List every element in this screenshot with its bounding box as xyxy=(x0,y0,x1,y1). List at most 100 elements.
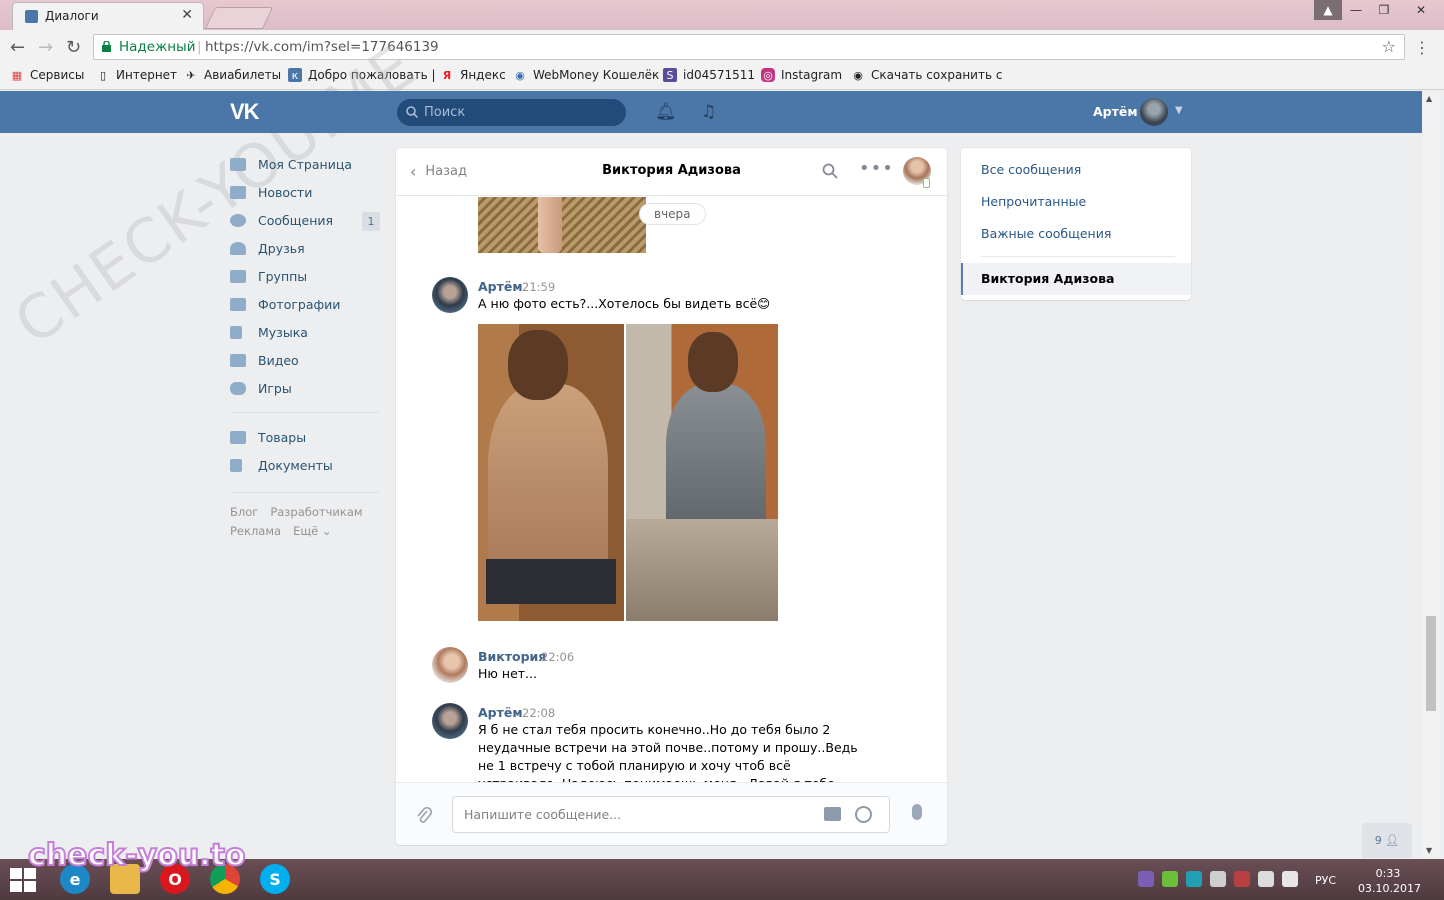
bookmark-instagram[interactable]: ◎ Instagram xyxy=(761,68,842,82)
chat-counter-button[interactable]: 9 👤︎ xyxy=(1362,823,1412,858)
watermark: check-you.to xyxy=(27,837,247,874)
menu-item-games[interactable]: Игры xyxy=(230,374,380,402)
avatar[interactable] xyxy=(432,277,468,313)
url-separator: | xyxy=(197,39,202,55)
message-placeholder: Напишите сообщение... xyxy=(464,807,622,822)
camera-icon[interactable] xyxy=(824,807,841,821)
language-indicator[interactable]: РУС xyxy=(1315,874,1336,887)
yandex-icon: Я xyxy=(442,68,452,82)
scroll-thumb[interactable] xyxy=(1426,616,1436,711)
system-clock[interactable]: 0:33 03.10.2017 xyxy=(1358,866,1421,896)
footer-link-more[interactable]: Ещё ⌄ xyxy=(293,524,331,538)
bookmark-avia[interactable]: ✈ Авиабилеты xyxy=(184,68,281,82)
menu-item-goods[interactable]: Товары xyxy=(230,423,380,451)
instagram-icon: ◎ xyxy=(761,68,775,82)
tray-app-icon[interactable] xyxy=(1210,871,1226,887)
scroll-up-icon[interactable]: ▲ xyxy=(1426,94,1432,103)
footer-link-ads[interactable]: Реклама xyxy=(230,524,281,538)
browser-menu-icon[interactable]: ⋮ xyxy=(1414,38,1430,57)
menu-item-groups[interactable]: Группы xyxy=(230,262,380,290)
volume-icon[interactable] xyxy=(1282,871,1298,887)
filter-unread[interactable]: Непрочитанные xyxy=(981,194,1086,209)
menu-item-photos[interactable]: Фотографии xyxy=(230,290,380,318)
tray-app-icon[interactable] xyxy=(1186,871,1202,887)
message-author[interactable]: Артём xyxy=(478,279,523,294)
reload-icon[interactable]: ↻ xyxy=(66,37,81,58)
paperclip-icon[interactable] xyxy=(416,805,432,825)
new-tab-button[interactable] xyxy=(204,7,274,29)
bookmark-download[interactable]: ◉ Скачать сохранить с xyxy=(851,68,1002,82)
system-tray xyxy=(1138,871,1298,887)
vk-header: VK Поиск 🔔︎ ♫ Артём ▼ xyxy=(0,91,1422,133)
message-time[interactable]: 21:59 xyxy=(522,280,555,294)
menu-item-my-page[interactable]: Моя Страница xyxy=(230,150,380,178)
s-icon: S xyxy=(663,68,677,82)
close-tab-icon[interactable]: ✕ xyxy=(181,7,193,23)
message-history[interactable]: вчера Артём 21:59 А ню фото есть?...Хоте… xyxy=(396,197,947,782)
filter-all-messages[interactable]: Все сообщения xyxy=(981,162,1081,177)
photo-content xyxy=(666,384,766,534)
tray-app-icon[interactable] xyxy=(1234,871,1250,887)
message-time[interactable]: 22:06 xyxy=(541,650,574,664)
menu-item-music[interactable]: Музыка xyxy=(230,318,380,346)
chevron-down-icon[interactable]: ▼ xyxy=(1175,105,1183,116)
groups-icon xyxy=(230,269,246,283)
microphone-icon[interactable] xyxy=(912,804,922,820)
vk-logo-icon[interactable]: VK xyxy=(230,99,260,125)
forward-arrow-icon[interactable]: → xyxy=(38,37,53,58)
bell-icon[interactable]: 🔔︎ xyxy=(655,102,677,122)
photo-left xyxy=(478,324,624,621)
minimize-button[interactable]: — xyxy=(1342,0,1370,20)
attached-photo[interactable] xyxy=(478,324,778,621)
message-author[interactable]: Виктория xyxy=(478,649,546,664)
footer-link-developers[interactable]: Разработчикам xyxy=(270,505,362,519)
attached-photo[interactable] xyxy=(478,197,646,253)
filter-important[interactable]: Важные сообщения xyxy=(981,226,1111,241)
back-arrow-icon[interactable]: ← xyxy=(10,37,25,58)
plane-icon: ✈ xyxy=(186,68,196,82)
search-icon[interactable] xyxy=(822,163,838,179)
bookmark-yandex[interactable]: Я Яндекс xyxy=(440,68,506,82)
header-avatar[interactable] xyxy=(1140,98,1168,126)
page-scrollbar[interactable]: ▲ ▼ xyxy=(1422,91,1440,859)
skype-icon[interactable]: S xyxy=(260,864,290,894)
network-icon[interactable] xyxy=(1258,871,1274,887)
message-time[interactable]: 22:08 xyxy=(522,706,555,720)
menu-item-news[interactable]: Новости xyxy=(230,178,380,206)
avatar[interactable] xyxy=(432,703,468,739)
emoji-icon[interactable] xyxy=(855,806,872,823)
close-window-button[interactable]: ✕ xyxy=(1398,0,1444,20)
lock-icon xyxy=(102,41,111,52)
music-note-icon[interactable]: ♫ xyxy=(701,102,716,122)
address-bar[interactable]: Надежный | https://vk.com/im?sel=1776461… xyxy=(93,34,1405,60)
bookmark-webmoney[interactable]: ◉ WebMoney Кошелёк xyxy=(513,68,659,82)
profile-icon[interactable]: ▲ xyxy=(1314,0,1342,20)
menu-separator xyxy=(231,492,379,493)
bookmark-internet[interactable]: ▯ Интернет xyxy=(96,68,177,82)
tray-app-icon[interactable] xyxy=(1162,871,1178,887)
menu-item-messages[interactable]: Сообщения 1 xyxy=(230,206,380,234)
menu-item-friends[interactable]: Друзья xyxy=(230,234,380,262)
menu-item-video[interactable]: Видео xyxy=(230,346,380,374)
maximize-button[interactable]: ❐ xyxy=(1370,0,1398,20)
browser-toolbar: ← → ↻ Надежный | https://vk.com/im?sel=1… xyxy=(0,30,1444,64)
scroll-down-icon[interactable]: ▼ xyxy=(1426,846,1432,855)
bookmark-services[interactable]: ▦ Сервисы xyxy=(10,68,85,82)
search-input[interactable]: Поиск xyxy=(397,99,626,126)
clock-date: 03.10.2017 xyxy=(1358,882,1421,895)
message-author[interactable]: Артём xyxy=(478,705,523,720)
viber-icon[interactable] xyxy=(1138,871,1154,887)
header-user-name[interactable]: Артём xyxy=(1093,104,1138,119)
avatar[interactable] xyxy=(432,647,468,683)
more-icon[interactable]: ••• xyxy=(859,158,894,179)
search-icon xyxy=(406,106,418,118)
browser-tab[interactable]: Диалоги ✕ xyxy=(12,2,204,30)
bookmark-star-icon[interactable]: ☆ xyxy=(1382,35,1396,59)
message-input[interactable]: Напишите сообщение... xyxy=(452,796,890,833)
menu-item-documents[interactable]: Документы xyxy=(230,451,380,479)
eye-icon: ◉ xyxy=(853,68,863,82)
bag-icon xyxy=(230,430,246,444)
active-dialog-item[interactable]: Виктория Адизова xyxy=(961,263,1191,295)
bookmark-id[interactable]: Sid04571511 xyxy=(663,68,755,82)
footer-link-blog[interactable]: Блог xyxy=(230,505,258,519)
